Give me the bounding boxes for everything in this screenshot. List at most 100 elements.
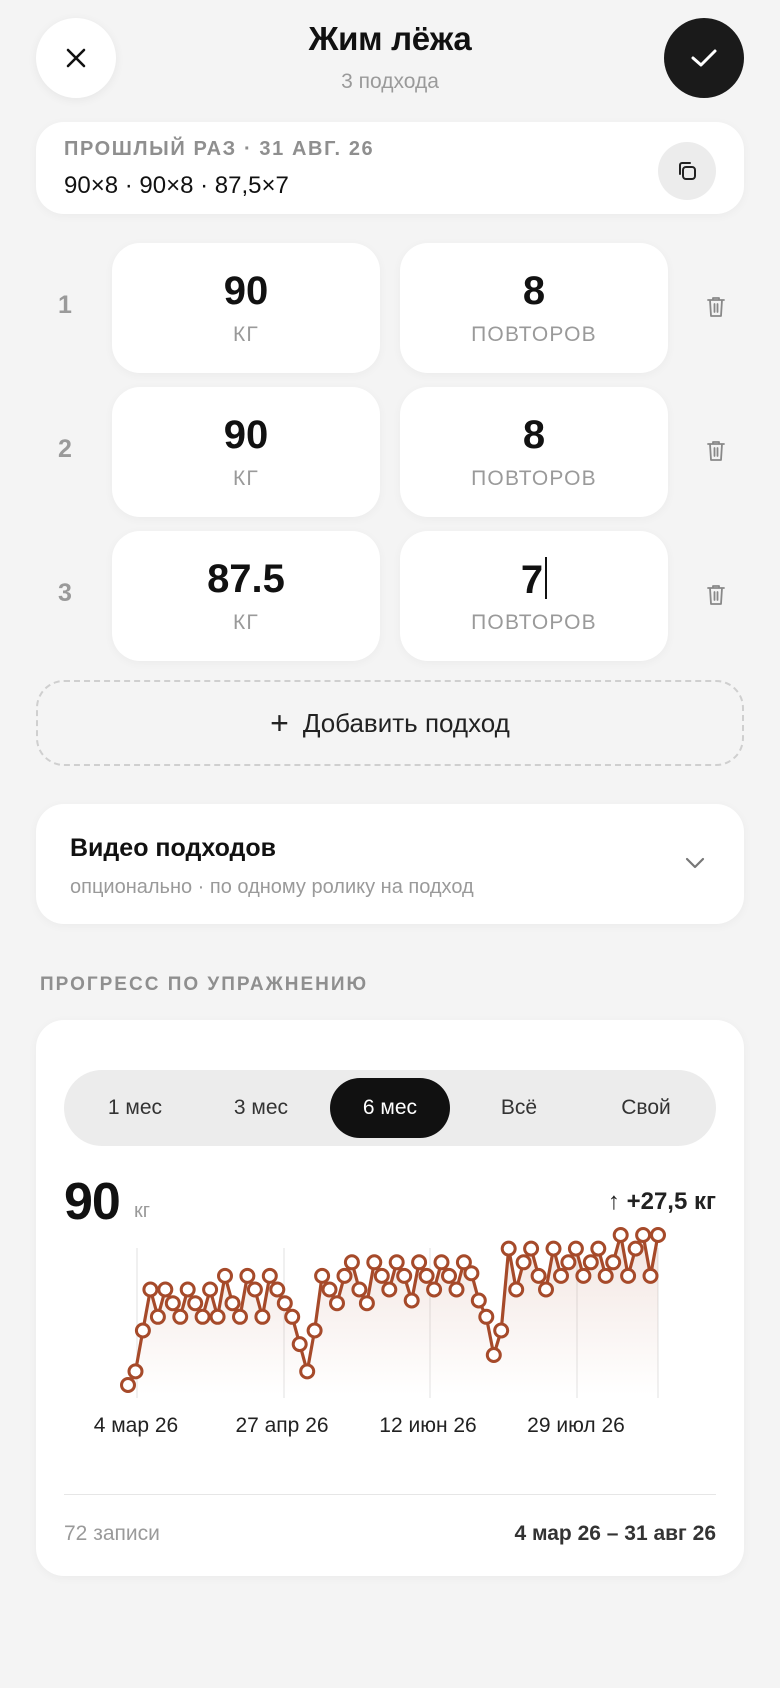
chart-point	[493, 1322, 510, 1339]
weight-input[interactable]: 90 КГ	[112, 243, 380, 373]
trash-icon	[707, 585, 725, 605]
chart-point	[590, 1240, 607, 1257]
chart-point	[650, 1227, 666, 1243]
reps-input[interactable]: 8 ПОВТОРОВ	[400, 243, 668, 373]
chart-point	[612, 1227, 629, 1243]
chart-point	[276, 1295, 293, 1312]
chart-point	[500, 1240, 517, 1257]
chart-point	[411, 1254, 428, 1271]
weight-unit: КГ	[232, 611, 259, 634]
weight-value: 90	[223, 413, 269, 457]
done-button[interactable]	[664, 18, 744, 98]
progress-card: 1 мес 3 мес 6 мес Всё Свой 90 кг ↑ +27,5…	[36, 1020, 744, 1576]
progress-section-label: ПРОГРЕСС ПО УПРАЖНЕНИЮ	[40, 974, 369, 995]
chart-point	[627, 1240, 644, 1257]
set-number: 2	[58, 435, 72, 463]
weight-input[interactable]: 87.5 КГ	[112, 531, 380, 661]
text-caret	[545, 557, 548, 599]
chart-point	[358, 1295, 375, 1312]
chart-point	[284, 1308, 301, 1325]
reps-value: 7	[520, 558, 544, 602]
x-tick-label: 27 апр 26	[235, 1414, 328, 1437]
chart-point	[470, 1292, 487, 1309]
reps-unit: ПОВТОРОВ	[471, 467, 597, 490]
chart-point	[343, 1254, 360, 1271]
weight-value: 87.5	[207, 557, 285, 601]
page-subtitle: 3 подхода	[341, 70, 439, 93]
weight-unit: КГ	[232, 323, 259, 346]
set-number: 3	[58, 579, 72, 607]
chart-point	[448, 1281, 465, 1298]
set-number: 1	[58, 291, 72, 319]
divider	[64, 1494, 716, 1495]
chart-point	[232, 1308, 248, 1325]
chart-point	[172, 1308, 189, 1325]
chart-point	[202, 1281, 219, 1298]
video-title: Видео подходов	[70, 834, 277, 862]
plus-icon: +	[270, 704, 289, 741]
chart-point	[642, 1267, 659, 1284]
x-tick-label: 29 июл 26	[527, 1414, 625, 1437]
set-row: 2 90 КГ 8 ПОВТОРОВ	[0, 387, 780, 517]
add-set-button[interactable]: + Добавить подход	[36, 680, 744, 766]
chart-point	[485, 1347, 502, 1363]
page-title: Жим лёжа	[308, 20, 472, 57]
chart-point	[149, 1308, 166, 1325]
chart-point	[582, 1254, 599, 1271]
reps-unit: ПОВТОРОВ	[471, 323, 597, 346]
delete-set-button[interactable]	[702, 291, 730, 323]
chart-point	[433, 1254, 450, 1271]
chart-point	[299, 1363, 316, 1380]
last-time-card: ПРОШЛЫЙ РАЗ · 31 АВГ. 26 90×8 · 90×8 · 8…	[36, 122, 744, 214]
chart-point	[441, 1267, 457, 1284]
chart-point	[560, 1254, 577, 1271]
last-time-label: ПРОШЛЫЙ РАЗ · 31 АВГ. 26	[64, 138, 375, 160]
reps-value: 8	[522, 413, 546, 457]
last-time-value: 90×8 · 90×8 · 87,5×7	[64, 172, 289, 199]
progress-chart: 4 мар 26 27 апр 26 12 июн 26 29 июл 26	[94, 1227, 666, 1437]
chart-point	[314, 1267, 331, 1284]
x-tick-label: 4 мар 26	[94, 1414, 179, 1437]
copy-last-button[interactable]	[658, 142, 716, 200]
x-tick-label: 12 июн 26	[379, 1414, 476, 1437]
chart-point	[187, 1295, 204, 1312]
chart-point	[388, 1254, 405, 1271]
chart-point	[553, 1267, 569, 1284]
reps-input[interactable]: 7 ПОВТОРОВ	[400, 531, 668, 661]
chart-point	[373, 1267, 390, 1284]
chart-point	[329, 1295, 345, 1312]
chart-point	[426, 1281, 443, 1298]
chart-point	[418, 1267, 435, 1284]
add-set-label: Добавить подход	[302, 707, 510, 738]
chart-point	[120, 1377, 136, 1393]
chart-point	[478, 1308, 495, 1325]
chart-point	[127, 1363, 144, 1380]
video-accordion[interactable]: Видео подходов опционально · по одному р…	[36, 804, 744, 924]
delete-set-button[interactable]	[702, 435, 730, 467]
chart-point	[545, 1240, 562, 1257]
chart-point	[336, 1267, 353, 1284]
chart-point	[269, 1281, 286, 1298]
chart-point	[224, 1295, 241, 1312]
chart-point	[463, 1265, 480, 1282]
chart-point	[217, 1267, 233, 1284]
delete-set-button[interactable]	[702, 579, 730, 611]
chart-point	[575, 1267, 592, 1284]
chart-point	[403, 1292, 420, 1309]
reps-unit: ПОВТОРОВ	[471, 611, 597, 634]
chart-point	[261, 1267, 278, 1284]
chart-point	[321, 1281, 338, 1298]
chart-point	[351, 1281, 368, 1298]
chart-point	[179, 1281, 196, 1298]
reps-input[interactable]: 8 ПОВТОРОВ	[400, 387, 668, 517]
set-row: 1 90 КГ 8 ПОВТОРОВ	[0, 243, 780, 373]
reps-value-wrap: 7	[400, 557, 668, 603]
chart-point	[635, 1227, 652, 1243]
chart-point	[142, 1281, 159, 1298]
video-subtitle: опционально · по одному ролику на подход	[70, 876, 474, 898]
chart-point	[194, 1308, 211, 1325]
chart-point	[246, 1281, 263, 1298]
chart-point	[515, 1254, 532, 1271]
trash-icon	[707, 297, 725, 317]
weight-input[interactable]: 90 КГ	[112, 387, 380, 517]
